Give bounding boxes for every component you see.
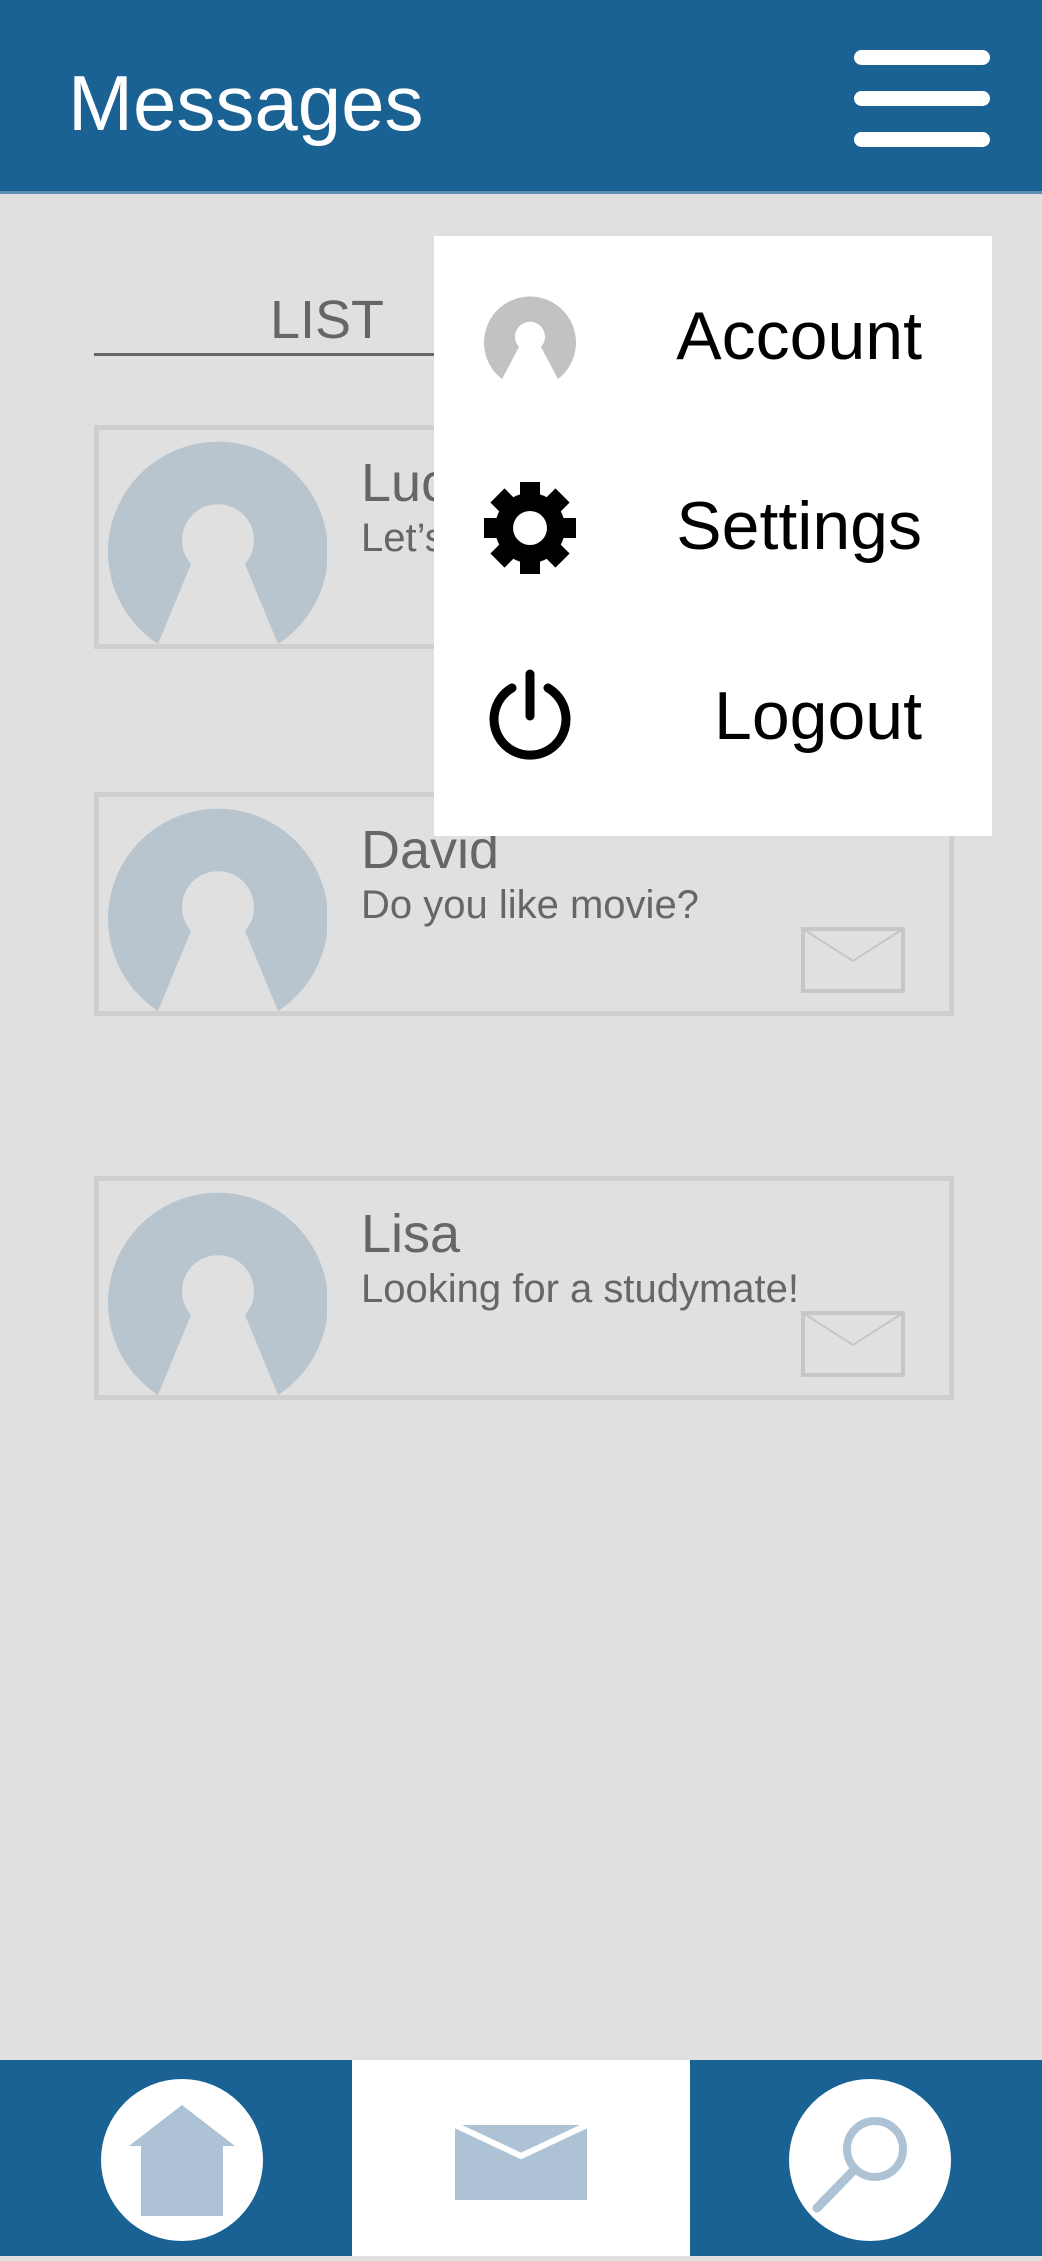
message-preview: Do you like movie? — [361, 883, 699, 927]
home-icon — [101, 2079, 263, 2241]
hamburger-menu-icon — [854, 50, 990, 65]
dropdown-menu: Account Settings Logout — [434, 236, 992, 836]
envelope-icon[interactable] — [801, 1311, 905, 1377]
menu-item-label: Logout — [714, 678, 922, 754]
menu-item-account[interactable]: Account — [434, 258, 992, 418]
account-icon — [484, 296, 576, 379]
bottom-nav — [0, 2060, 1042, 2256]
menu-item-label: Account — [676, 298, 922, 374]
message-preview: Looking for a studymate! — [361, 1267, 800, 1311]
menu-button[interactable] — [850, 48, 992, 148]
nav-home[interactable] — [0, 2060, 352, 2256]
user-avatar-icon — [108, 1192, 327, 1395]
gear-icon — [484, 482, 576, 574]
page-title: Messages — [68, 59, 424, 147]
menu-bar — [854, 132, 990, 147]
app-header: Messages — [0, 0, 1042, 194]
message-preview: Let’s — [361, 516, 445, 560]
power-icon — [489, 669, 571, 760]
contact-name: Lisa — [361, 1204, 461, 1264]
nav-messages[interactable] — [352, 2060, 690, 2256]
menu-item-logout[interactable]: Logout — [434, 638, 992, 798]
menu-item-label: Settings — [676, 488, 922, 564]
nav-search[interactable] — [690, 2060, 1042, 2256]
user-avatar-icon — [108, 441, 327, 644]
envelope-icon[interactable] — [801, 927, 905, 993]
envelope-icon — [453, 2122, 589, 2200]
menu-bar — [854, 91, 990, 106]
search-icon — [789, 2079, 951, 2241]
menu-item-settings[interactable]: Settings — [434, 448, 992, 608]
conversation-item[interactable]: Lisa Looking for a studymate! — [94, 1176, 954, 1400]
user-avatar-icon — [108, 808, 327, 1011]
